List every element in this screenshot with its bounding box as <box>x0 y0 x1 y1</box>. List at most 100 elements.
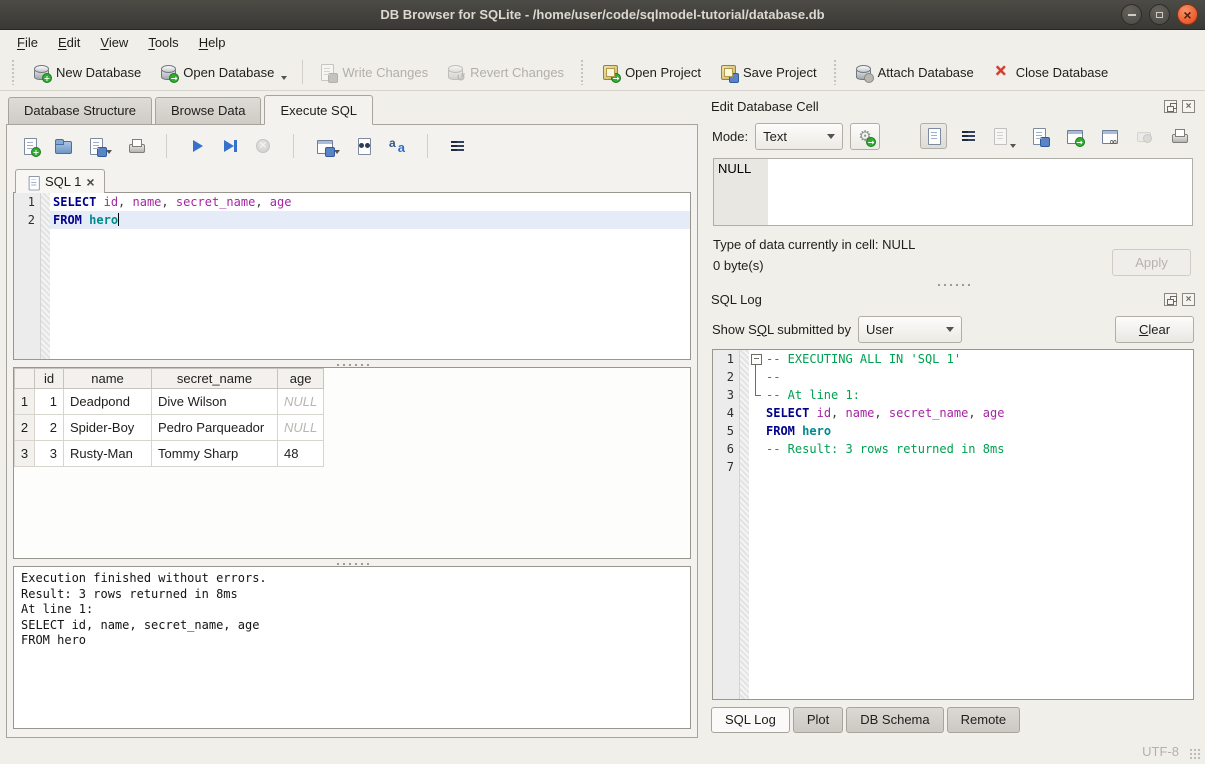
table-cell[interactable]: Pedro Parqueador <box>152 415 278 441</box>
code-token: -- At line 1: <box>766 388 860 402</box>
close-database-button[interactable]: Close Database <box>983 59 1118 85</box>
clear-button[interactable]: Clear <box>1115 316 1194 343</box>
close-panel-icon[interactable]: × <box>1182 293 1195 306</box>
column-header-age[interactable]: age <box>278 369 324 389</box>
minimize-button[interactable] <box>1121 4 1142 25</box>
table-cell[interactable]: Dive Wilson <box>152 389 278 415</box>
menu-tools[interactable]: Tools <box>139 33 187 52</box>
editor-results-splitter[interactable] <box>13 360 691 367</box>
dock-tab-sql-log[interactable]: SQL Log <box>711 707 790 733</box>
results-output-splitter[interactable] <box>13 559 691 566</box>
maximize-button[interactable] <box>1149 4 1170 25</box>
sql-log-editor[interactable]: 1234567-- EXECUTING ALL IN 'SQL 1'---- A… <box>712 349 1194 700</box>
tab-browse-data[interactable]: Browse Data <box>155 97 261 125</box>
export-data-button[interactable] <box>1025 123 1052 149</box>
save-sql-file-button[interactable] <box>87 137 112 155</box>
sql-tab[interactable]: SQL 1 × <box>15 169 105 193</box>
float-panel-icon[interactable] <box>1164 100 1177 113</box>
table-cell[interactable]: Deadpond <box>64 389 152 415</box>
table-cell[interactable]: 1 <box>35 389 64 415</box>
window-controls: × <box>1121 4 1198 25</box>
dock-splitter[interactable] <box>707 280 1199 287</box>
execute-line-button[interactable] <box>221 137 239 155</box>
code-line[interactable]: FROM hero <box>763 422 1193 440</box>
menu-edit[interactable]: Edit <box>49 33 89 52</box>
import-settings-button[interactable]: → <box>850 123 880 150</box>
code-line[interactable]: -- Result: 3 rows returned in 8ms <box>763 440 1193 458</box>
row-number[interactable]: 1 <box>15 389 35 415</box>
resize-grip[interactable] <box>1189 748 1202 761</box>
table-cell[interactable]: Tommy Sharp <box>152 441 278 467</box>
column-header-id[interactable]: id <box>35 369 64 389</box>
close-panel-icon[interactable]: × <box>1182 100 1195 113</box>
open-database-button[interactable]: →Open Database <box>150 59 296 85</box>
text-mode-button[interactable] <box>920 123 947 149</box>
code-line[interactable]: FROM hero <box>50 211 690 229</box>
fold-marker[interactable] <box>749 350 763 368</box>
edit-cell-dock: Edit Database Cell × Mode: Text → → <box>707 94 1199 280</box>
text-cursor <box>118 213 119 226</box>
word-wrap-button[interactable] <box>449 137 467 155</box>
close-tab-icon[interactable]: × <box>86 176 94 188</box>
table-cell[interactable]: NULL <box>278 415 324 441</box>
execute-all-button[interactable] <box>188 137 206 155</box>
sql-editor[interactable]: 12SELECT id, name, secret_name, ageFROM … <box>13 192 691 360</box>
copy-link-button[interactable] <box>1095 123 1122 149</box>
mode-select[interactable]: Text <box>755 123 843 150</box>
close-window-button[interactable]: × <box>1177 4 1198 25</box>
submitted-by-label: Show SQL submitted by <box>712 322 851 337</box>
new-database-button[interactable]: +New Database <box>23 59 150 85</box>
table-cell[interactable]: 48 <box>278 441 324 467</box>
tab-database-structure[interactable]: Database Structure <box>8 97 152 125</box>
format-sql-button[interactable] <box>388 137 406 155</box>
output-pane[interactable]: Execution finished without errors. Resul… <box>13 566 691 729</box>
row-number[interactable]: 3 <box>15 441 35 467</box>
titlebar[interactable]: DB Browser for SQLite - /home/user/code/… <box>0 0 1205 30</box>
code-line[interactable]: SELECT id, name, secret_name, age <box>763 404 1193 422</box>
dock-tab-plot[interactable]: Plot <box>793 707 843 733</box>
row-number[interactable]: 2 <box>15 415 35 441</box>
stop-button <box>254 137 272 155</box>
open-sql-file-button[interactable] <box>54 137 72 155</box>
toolbar-separator <box>427 134 428 158</box>
word-wrap-button[interactable] <box>955 123 982 149</box>
code-token: -- EXECUTING ALL IN 'SQL 1' <box>766 352 961 366</box>
dock-tab-remote[interactable]: Remote <box>947 707 1021 733</box>
table-cell[interactable]: Rusty-Man <box>64 441 152 467</box>
cell-value-editor[interactable]: NULL <box>713 158 1193 226</box>
new-sql-tab-button[interactable]: + <box>21 137 39 155</box>
table-cell[interactable]: NULL <box>278 389 324 415</box>
code-line[interactable]: SELECT id, name, secret_name, age <box>50 193 690 211</box>
print-button[interactable] <box>127 137 145 155</box>
open-external-button[interactable]: → <box>1060 123 1087 149</box>
word-wrap-icon <box>960 127 978 145</box>
table-cell[interactable]: 2 <box>35 415 64 441</box>
submitted-by-value: User <box>866 322 942 337</box>
print-button[interactable] <box>1165 123 1192 149</box>
table-cell[interactable]: 3 <box>35 441 64 467</box>
menu-file[interactable]: File <box>8 33 47 52</box>
dock-tab-db-schema[interactable]: DB Schema <box>846 707 943 733</box>
code-line[interactable] <box>763 458 1193 476</box>
save-project-button[interactable]: Save Project <box>710 59 826 85</box>
corner-header[interactable] <box>15 369 35 389</box>
code-line[interactable]: -- At line 1: <box>763 386 1193 404</box>
export-data-icon <box>1030 127 1048 145</box>
menu-view[interactable]: View <box>91 33 137 52</box>
menu-help[interactable]: Help <box>190 33 235 52</box>
results-pane: idnamesecret_nameage 11DeadpondDive Wils… <box>13 367 691 559</box>
find-button[interactable] <box>355 137 373 155</box>
column-header-secret-name[interactable]: secret_name <box>152 369 278 389</box>
table-row: 33Rusty-ManTommy Sharp48 <box>15 441 324 467</box>
code-line[interactable]: -- EXECUTING ALL IN 'SQL 1' <box>763 350 1193 368</box>
float-panel-icon[interactable] <box>1164 293 1177 306</box>
column-header-name[interactable]: name <box>64 369 152 389</box>
submitted-by-select[interactable]: User <box>858 316 962 343</box>
code-token: hero <box>89 213 118 227</box>
open-project-button[interactable]: →Open Project <box>592 59 710 85</box>
attach-database-button[interactable]: Attach Database <box>845 59 983 85</box>
save-results-button[interactable] <box>315 137 340 155</box>
code-line[interactable]: -- <box>763 368 1193 386</box>
table-cell[interactable]: Spider-Boy <box>64 415 152 441</box>
tab-execute-sql[interactable]: Execute SQL <box>264 95 373 125</box>
